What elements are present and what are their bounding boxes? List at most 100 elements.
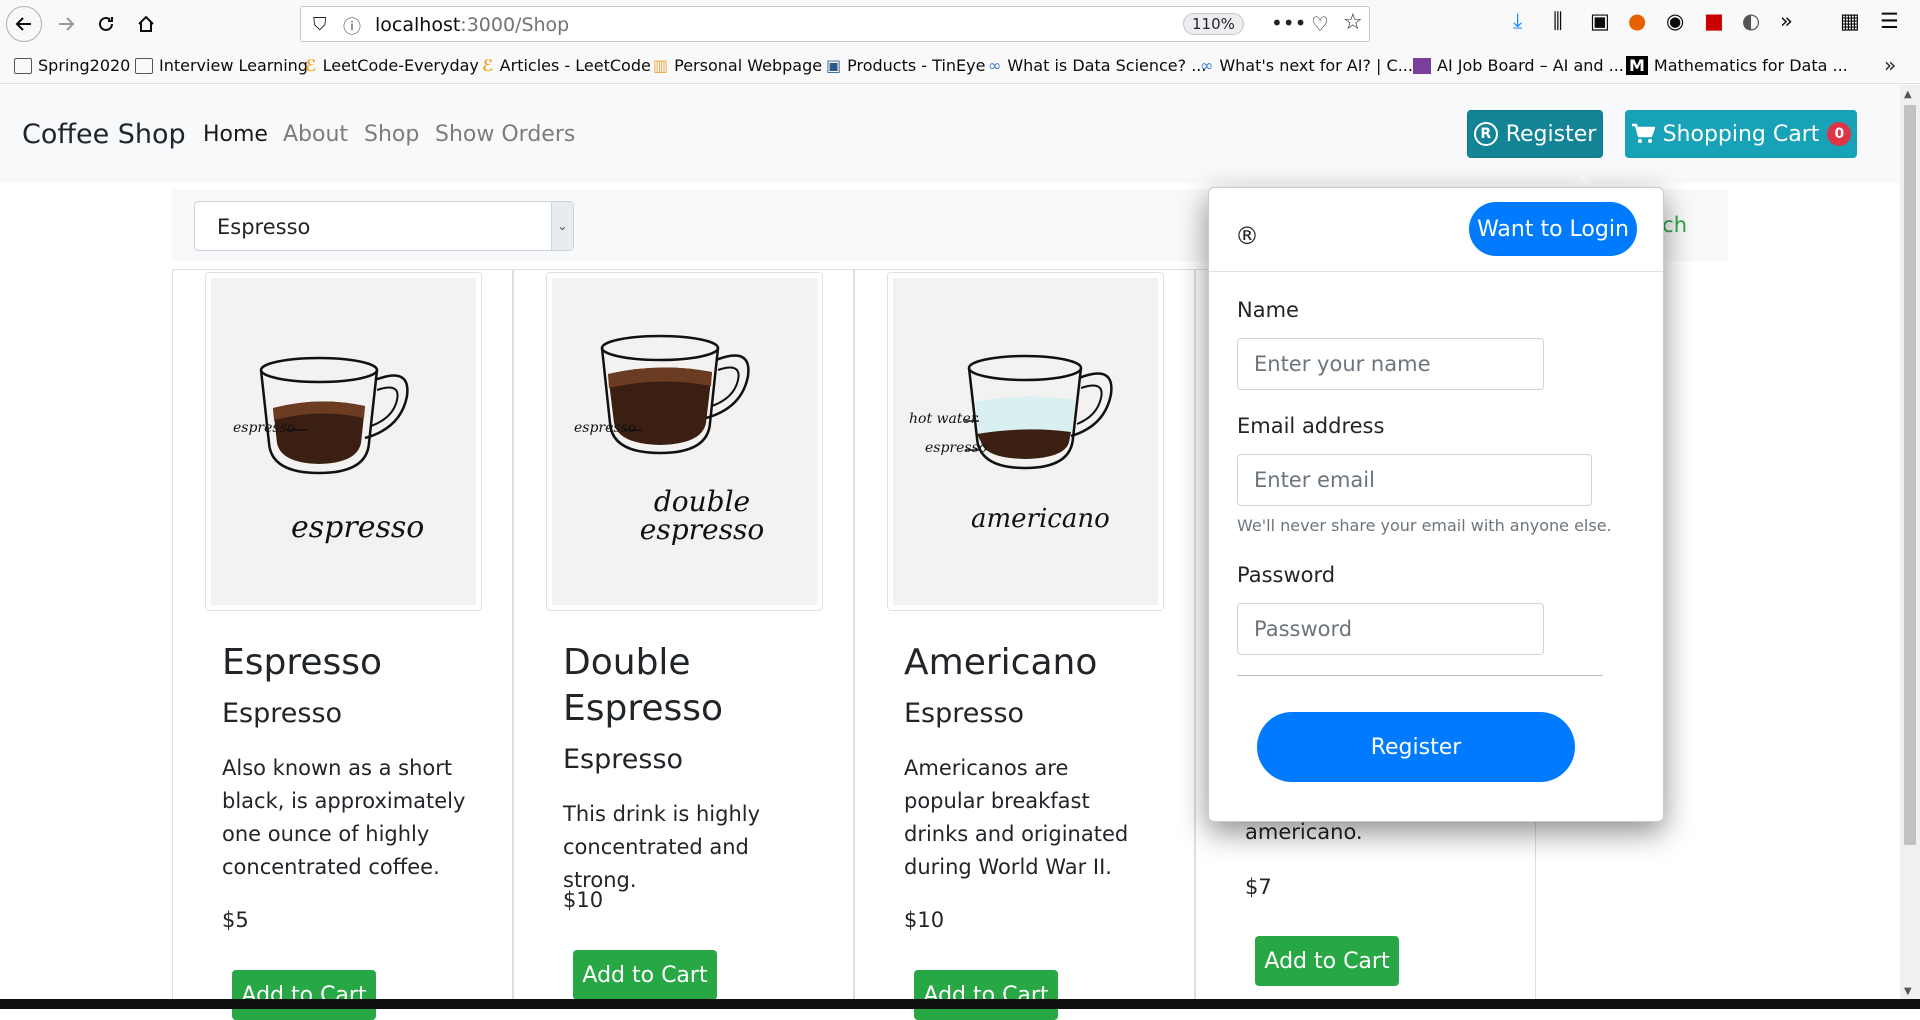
brand-logo[interactable]: Coffee Shop [22,119,186,150]
product-price: $10 [904,908,945,932]
browser-toolbar: ⛉ ⓘ localhost:3000/Shop 110% ••• ♡ ☆ ⤓ ⫼… [0,0,1920,47]
registered-icon: R [1473,122,1498,146]
nav-home[interactable]: Home [203,122,268,147]
overflow-icon[interactable]: » [1780,9,1793,33]
nav-shop[interactable]: Shop [364,122,419,147]
bookmark-item[interactable]: Spring2020 [14,56,130,75]
url-bar[interactable]: ⛉ ⓘ localhost:3000/Shop 110% ••• ♡ ☆ [300,6,1370,42]
product-category: Espresso [222,698,343,729]
app-navbar: Coffee Shop Home About Shop Show Orders … [0,85,1900,183]
page-scrollbar[interactable]: ▲ ▼ [1900,85,1920,999]
forward-icon[interactable] [48,6,84,42]
product-title: Americano [904,642,1098,683]
bookmark-label: Products - TinEye [847,56,986,75]
extension-icon[interactable]: ● [1628,9,1646,33]
scrollbar-thumb[interactable] [1904,105,1916,845]
register-submit-button[interactable]: Register [1257,712,1575,782]
espresso-cup-illustration [259,356,409,475]
scroll-down-icon[interactable]: ▼ [1904,986,1912,997]
shield-icon[interactable]: ⛉ [313,14,327,35]
bookmark-label: AI Job Board – AI and ... [1437,56,1624,75]
image-label: espresso [925,440,988,456]
add-to-cart-button[interactable]: Add to Cart [914,970,1058,1020]
popover-divider [1237,675,1603,676]
email-input[interactable] [1237,454,1592,506]
more-actions-icon[interactable]: ••• [1271,11,1306,35]
bookmark-item[interactable]: ℰ Articles - LeetCode [482,56,651,75]
bookmark-label: Mathematics for Data ... [1653,56,1848,75]
back-icon[interactable] [6,6,42,42]
extension-red-icon[interactable]: ■ [1704,9,1724,33]
bookmark-star-icon[interactable]: ☆ [1343,10,1363,35]
scroll-up-icon[interactable]: ▲ [1904,89,1912,100]
menu-icon[interactable]: ☰ [1880,9,1899,33]
sidebar-icon[interactable]: ▣ [1590,9,1610,33]
folder-icon [14,57,32,74]
bookmark-item[interactable]: M Mathematics for Data ... [1626,56,1848,75]
folder-icon [135,57,153,74]
product-image: hot water espresso americano [887,272,1164,611]
leetcode-icon: ℰ [482,56,494,75]
add-to-cart-button[interactable]: Add to Cart [1255,936,1399,986]
link-icon: ∞ [988,56,1002,75]
product-card: espresso double espresso Double Espresso… [513,269,854,1009]
image-caption: americano [971,504,1110,534]
bookmark-item[interactable]: ∞ What's next for AI? | C... [1200,56,1413,75]
url-text[interactable]: localhost:3000/Shop [375,14,569,36]
bookmark-item[interactable]: AI Job Board – AI and ... [1413,56,1624,75]
product-category: Espresso [904,698,1025,729]
product-category: Espresso [563,744,684,775]
double-espresso-cup-illustration [600,334,750,455]
product-card: espresso espresso Espresso Espresso Also… [172,269,513,1020]
nav-show-orders[interactable]: Show Orders [435,122,575,147]
product-description: This drink is highly concentrated and st… [563,802,761,892]
medium-icon: M [1626,56,1648,75]
home-icon[interactable] [128,6,164,42]
product-card: hot water espresso americano Americano E… [854,269,1195,1020]
password-input[interactable] [1237,603,1544,655]
image-label: espresso [233,420,296,436]
want-to-login-button[interactable]: Want to Login [1469,202,1637,256]
reload-icon[interactable] [88,6,124,42]
bookmark-label: Articles - LeetCode [499,56,651,75]
bookmark-label: Interview Learning [159,56,308,75]
email-label: Email address [1237,414,1385,438]
product-description: Also known as a short black, is approxim… [222,756,466,879]
register-popover: ® Want to Login Name Email address We'll… [1208,187,1664,822]
extensions-grid-icon[interactable]: ▦ [1840,9,1860,33]
bookmark-item[interactable]: ▣ Products - TinEye [826,56,985,75]
product-price: $5 [222,908,249,932]
bookmark-item[interactable]: Interview Learning [135,56,308,75]
bookmark-item[interactable]: ▥ Personal Webpage [653,56,822,75]
category-select-value: Espresso [217,215,311,239]
cart-icon [1631,123,1655,143]
chevron-down-icon: ⌄ [551,202,573,250]
bookmark-label: LeetCode-Everyday [322,56,479,75]
bookmark-label: Spring2020 [38,56,131,75]
product-price: $10 [563,888,604,912]
library-icon[interactable]: ⫼ [1553,9,1563,34]
account-icon[interactable]: ◉ [1666,9,1684,33]
register-button[interactable]: R Register [1467,110,1603,158]
leetcode-icon: ℰ [305,56,317,75]
name-input[interactable] [1237,338,1544,390]
extension-gray-icon[interactable]: ◐ [1742,9,1760,33]
shopping-cart-button[interactable]: Shopping Cart 0 [1625,110,1857,158]
product-price: $7 [1245,875,1272,899]
downloads-icon[interactable]: ⤓ [1513,9,1522,34]
bookmark-item[interactable]: ℰ LeetCode-Everyday [305,56,479,75]
bookmark-label: What is Data Science? ... [1007,56,1207,75]
nav-about[interactable]: About [283,122,348,147]
bookmark-label: Personal Webpage [674,56,823,75]
info-icon[interactable]: ⓘ [343,13,361,39]
ai-job-board-icon [1413,57,1431,74]
bookmark-label: What's next for AI? | C... [1219,56,1413,75]
bookmarks-overflow-icon[interactable]: » [1884,53,1896,77]
zoom-badge[interactable]: 110% [1183,13,1244,35]
pocket-icon[interactable]: ♡ [1311,12,1329,36]
cart-count-badge: 0 [1827,122,1852,146]
add-to-cart-button[interactable]: Add to Cart [232,970,376,1020]
category-select[interactable]: Espresso ⌄ [194,201,574,251]
add-to-cart-button[interactable]: Add to Cart [573,950,717,1000]
bookmark-item[interactable]: ∞ What is Data Science? ... [988,56,1206,75]
